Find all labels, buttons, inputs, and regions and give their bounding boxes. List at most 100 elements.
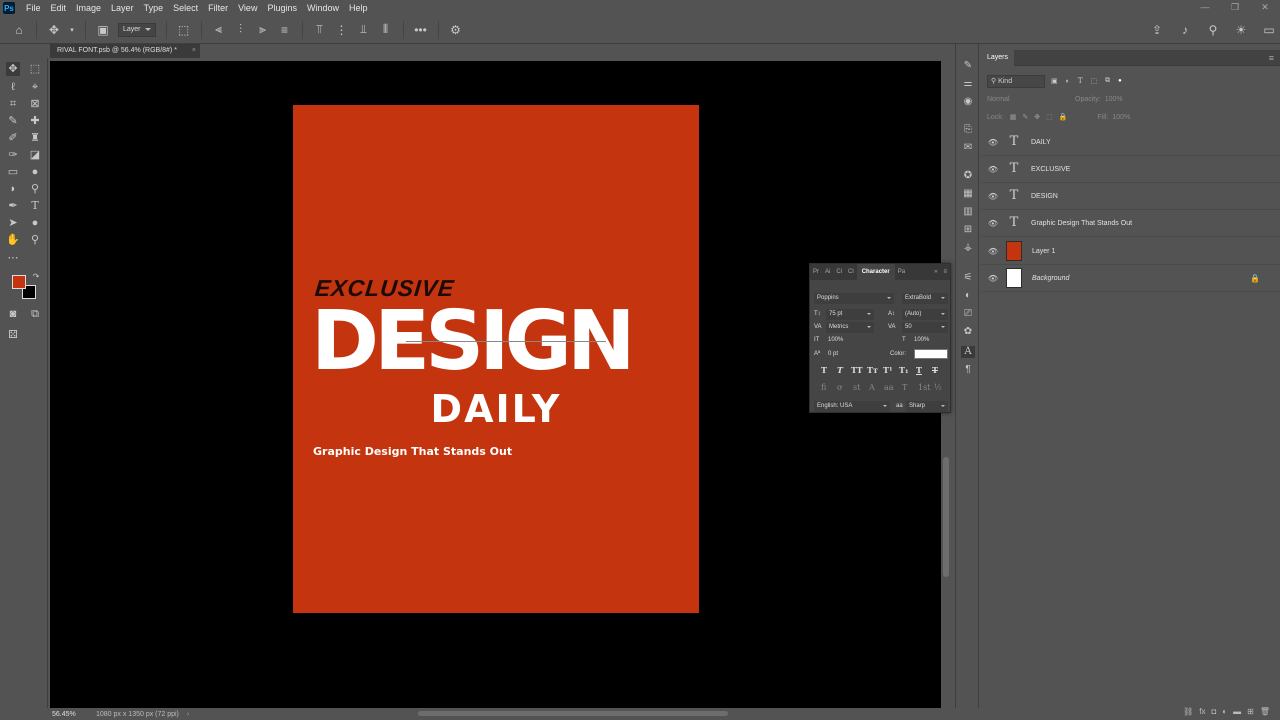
chevron-right-icon[interactable]: › xyxy=(187,711,189,718)
artboard[interactable]: EXCLUSIVE DESIGN DAILY Graphic Design Th… xyxy=(293,105,699,613)
faux-bold-icon[interactable]: T xyxy=(821,365,827,375)
brush-tool-icon[interactable]: ✐ xyxy=(6,131,20,145)
gradients-panel-icon[interactable]: ▥ xyxy=(961,206,975,218)
history-panel-icon[interactable]: ✎ xyxy=(961,60,975,72)
subscript-icon[interactable]: T₁ xyxy=(899,365,908,375)
auto-select-target-dropdown[interactable]: Layer xyxy=(118,22,156,37)
text-color-swatch[interactable] xyxy=(914,349,948,359)
kerning-field[interactable]: Metrics xyxy=(826,322,874,333)
fill-value[interactable]: 100% xyxy=(1112,114,1130,121)
align-bottom-icon[interactable]: ⫫ xyxy=(356,22,372,38)
transform-controls-icon[interactable]: ⬚ xyxy=(176,22,192,38)
menu-image[interactable]: Image xyxy=(71,0,106,16)
properties-panel-icon[interactable]: ⚟ xyxy=(961,272,975,284)
character-panel-icon[interactable]: A xyxy=(961,346,975,358)
patterns-panel-icon[interactable]: ⊞ xyxy=(961,224,975,236)
ellipse-tool-icon[interactable]: ● xyxy=(28,216,42,230)
foreground-color-swatch[interactable] xyxy=(12,275,26,289)
menu-plugins[interactable]: Plugins xyxy=(262,0,302,16)
new-group-icon[interactable]: ▬ xyxy=(1233,707,1241,716)
auto-select-icon[interactable]: ▣ xyxy=(95,22,111,38)
all-caps-icon[interactable]: TT xyxy=(851,365,863,375)
eye-icon[interactable]: 👁 xyxy=(983,192,1003,201)
align-top-icon[interactable]: ⫪ xyxy=(312,22,328,38)
tab-character[interactable]: Character xyxy=(856,264,895,280)
swatches-panel-icon[interactable]: ▦ xyxy=(961,188,975,200)
panel-menu-icon[interactable]: ≡ xyxy=(940,264,950,280)
horizontal-scale-field[interactable]: 100% xyxy=(914,335,929,346)
eye-icon[interactable]: 👁 xyxy=(983,219,1003,228)
collapse-icon[interactable]: » xyxy=(931,264,940,280)
tab-paragraph[interactable]: Pa xyxy=(895,264,908,280)
hand-tool-icon[interactable]: ✋ xyxy=(6,233,20,247)
filter-adjustment-icon[interactable]: ◐ xyxy=(1066,78,1070,85)
smudge-tool-icon[interactable]: ⚲ xyxy=(28,182,42,196)
lightbulb-icon[interactable]: ☀ xyxy=(1233,22,1249,38)
chevron-down-icon[interactable]: ▾ xyxy=(68,22,76,38)
menu-window[interactable]: Window xyxy=(302,0,344,16)
add-mask-icon[interactable]: ◘ xyxy=(1211,707,1216,716)
gradient-tool-icon[interactable]: ▭ xyxy=(6,165,20,179)
styles-panel-icon[interactable]: ◐ xyxy=(961,290,975,302)
channels-panel-icon[interactable]: ⚶ xyxy=(961,242,975,254)
close-tab-icon[interactable]: × xyxy=(192,44,196,58)
filter-shape-icon[interactable]: ⬚ xyxy=(1091,77,1098,85)
titling-icon[interactable]: aa xyxy=(884,383,894,392)
document-canvas[interactable]: EXCLUSIVE DESIGN DAILY Graphic Design Th… xyxy=(50,61,941,708)
filter-type-icon[interactable]: T xyxy=(1078,77,1083,85)
layer-row-background[interactable]: 👁 Background 🔒 xyxy=(981,265,1280,292)
menu-edit[interactable]: Edit xyxy=(46,0,72,16)
leading-field[interactable]: (Auto) xyxy=(902,309,948,320)
panel-menu-icon[interactable]: ≡ xyxy=(1269,53,1274,63)
more-options-icon[interactable]: ••• xyxy=(413,22,429,38)
clone-stamp-icon[interactable]: ♜ xyxy=(28,131,42,145)
layer-name[interactable]: Layer 1 xyxy=(1032,248,1055,255)
restore-button[interactable]: ❐ xyxy=(1220,0,1250,14)
blur-tool-icon[interactable]: ● xyxy=(28,165,42,179)
vertical-scale-field[interactable]: 100% xyxy=(828,335,843,346)
underline-icon[interactable]: T xyxy=(916,365,922,375)
align-center-icon[interactable]: ⫶ xyxy=(233,22,249,38)
font-size-field[interactable]: 75 pt xyxy=(826,309,874,320)
zoom-tool-icon[interactable]: ⚲ xyxy=(28,233,42,247)
crop-tool-icon[interactable]: ⌗ xyxy=(6,97,20,111)
healing-brush-icon[interactable]: ✚ xyxy=(28,114,42,128)
menu-view[interactable]: View xyxy=(233,0,262,16)
menu-filter[interactable]: Filter xyxy=(203,0,233,16)
screen-mode-icon[interactable]: ⧉ xyxy=(28,307,42,321)
ordinals-icon[interactable]: T xyxy=(902,383,907,392)
eye-icon[interactable]: 👁 xyxy=(983,138,1003,147)
tab-properties[interactable]: Pr xyxy=(810,264,822,280)
distribute-vertical-icon[interactable]: ⦀ xyxy=(378,22,394,38)
align-left-icon[interactable]: ⫷ xyxy=(211,22,227,38)
language-dropdown[interactable]: English: USA xyxy=(814,401,890,412)
eye-icon[interactable]: 👁 xyxy=(983,274,1003,283)
share-icon[interactable]: ⇪ xyxy=(1149,22,1165,38)
exclusive-text[interactable]: EXCLUSIVE xyxy=(314,275,456,302)
adjustments-panel-icon[interactable]: ⚌ xyxy=(961,78,975,90)
edit-toolbar-icon[interactable]: ⋯ xyxy=(6,251,20,265)
blend-mode-dropdown[interactable]: Normal xyxy=(987,96,1067,103)
fx-icon[interactable]: fx xyxy=(1199,707,1205,716)
quick-mask-icon[interactable]: ◙ xyxy=(6,307,20,321)
menu-type[interactable]: Type xyxy=(139,0,169,16)
filter-kind-dropdown[interactable]: ⚲ Kind xyxy=(987,74,1045,88)
layer-name[interactable]: Graphic Design That Stands Out xyxy=(1031,220,1132,227)
ligatures-icon[interactable]: fi xyxy=(821,383,826,392)
lock-icon[interactable]: 🔒 xyxy=(1250,274,1260,283)
font-style-dropdown[interactable]: ExtraBold xyxy=(902,293,948,304)
path-select-icon[interactable]: ➤ xyxy=(6,216,20,230)
eye-icon[interactable]: 👁 xyxy=(983,165,1003,174)
faux-italic-icon[interactable]: T xyxy=(837,365,843,375)
document-info[interactable]: 1080 px x 1350 px (72 ppi) xyxy=(88,711,179,718)
paragraph-panel-icon[interactable]: ¶ xyxy=(961,364,975,376)
brush-settings-icon[interactable]: ✪ xyxy=(961,170,975,182)
lasso-tool-icon[interactable]: ℓ xyxy=(6,80,20,94)
gear-icon[interactable]: ⚙ xyxy=(448,22,464,38)
move-tool-icon[interactable]: ✥ xyxy=(46,22,62,38)
eyedropper-tool-icon[interactable]: ✎ xyxy=(6,114,20,128)
lock-icons[interactable]: ▦✎✥⬚🔒 xyxy=(1010,113,1074,121)
small-caps-icon[interactable]: Tт xyxy=(867,365,878,375)
menu-file[interactable]: File xyxy=(21,0,46,16)
layer-name[interactable]: Background xyxy=(1032,275,1069,282)
